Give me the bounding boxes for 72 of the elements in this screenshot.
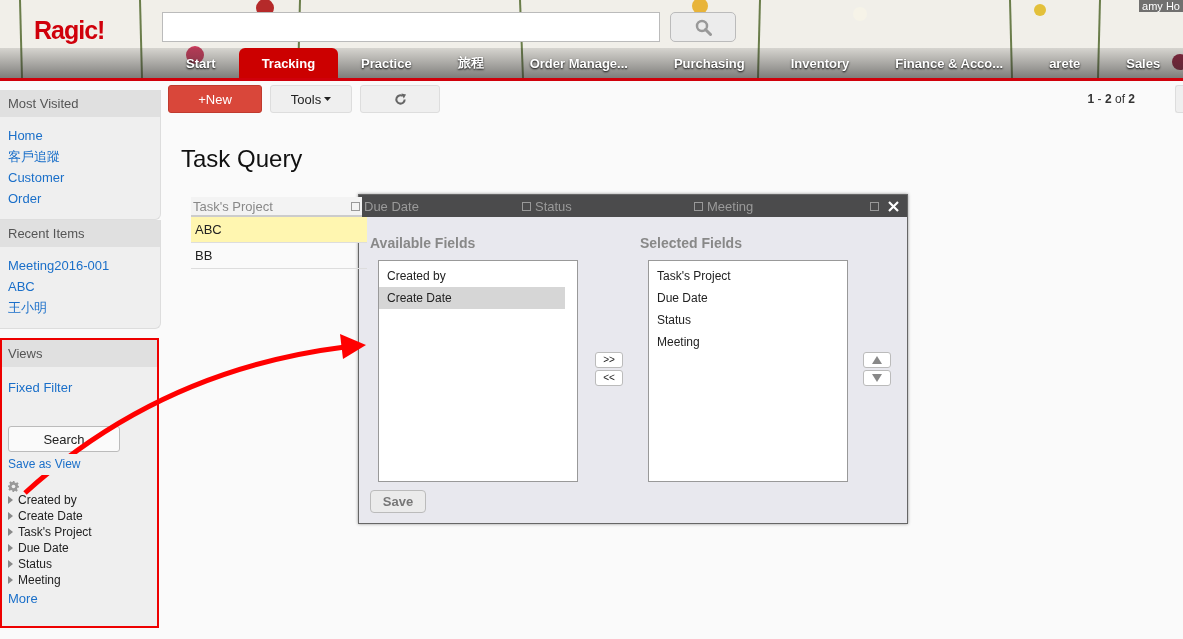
nav-tab[interactable]: Practice (338, 48, 435, 78)
collapsed-triangle-icon[interactable] (8, 576, 14, 584)
remove-button[interactable]: << (595, 369, 623, 386)
up-triangle-icon (872, 355, 882, 364)
list-item[interactable]: Due Date (649, 287, 835, 309)
search-button[interactable] (670, 12, 736, 42)
search-icon (694, 18, 712, 36)
collapsed-triangle-icon[interactable] (8, 512, 14, 520)
nav-tab[interactable]: Sales (1103, 48, 1183, 78)
nav-tab[interactable]: Order Manage... (506, 48, 651, 78)
sidebar-link[interactable]: Order (8, 188, 152, 209)
available-list[interactable]: Created by Create Date (378, 260, 578, 482)
panel-header: Most Visited (0, 90, 160, 117)
collapsed-triangle-icon[interactable] (8, 544, 14, 552)
page-title: Task Query (181, 145, 304, 173)
column-header[interactable]: Status (535, 198, 572, 214)
filter-label[interactable]: Meeting (18, 572, 61, 588)
close-button[interactable] (888, 200, 899, 212)
nav-tab[interactable]: Purchasing (650, 48, 768, 78)
new-button[interactable]: +New (168, 85, 262, 113)
sidebar-link[interactable]: Customer (8, 167, 152, 188)
dropdown-icon[interactable] (351, 201, 360, 211)
sidebar-link[interactable]: 王小明 (8, 297, 152, 318)
caret-icon (324, 97, 332, 101)
filter-label[interactable]: Created by (18, 492, 77, 508)
sidebar-link[interactable]: Home (8, 125, 152, 146)
list-heading: Available Fields (370, 235, 477, 251)
pagination-text: 1 - 2 of 2 (1087, 92, 1135, 106)
sidebar-link[interactable]: Meeting2016-001 (8, 255, 152, 276)
column-header[interactable]: Due Date (364, 198, 419, 214)
sidebar-link[interactable]: ABC (8, 276, 152, 297)
add-button[interactable]: >> (595, 351, 623, 368)
nav-tab[interactable]: Finance & Acco... (872, 48, 1027, 78)
view-link[interactable]: Fixed Filter (8, 377, 151, 398)
list-item[interactable]: Status (649, 309, 835, 331)
logo[interactable]: Ragic! (0, 12, 162, 45)
nav-tab[interactable]: Tracking (238, 48, 339, 78)
list-heading: Selected Fields (640, 235, 743, 251)
save-button[interactable]: Save (370, 490, 426, 513)
nav-tab[interactable]: Inventory (767, 48, 873, 78)
list-item[interactable]: Meeting (649, 331, 835, 353)
down-triangle-icon (872, 373, 882, 382)
filter-label[interactable]: Due Date (18, 540, 69, 556)
more-link[interactable]: More (8, 588, 151, 609)
settings-icon[interactable] (8, 481, 19, 492)
collapsed-triangle-icon[interactable] (8, 496, 14, 504)
panel-header: Views (2, 340, 157, 367)
save-view-link[interactable]: Save as View (8, 454, 81, 475)
filter-label[interactable]: Create Date (18, 508, 83, 524)
list-item[interactable]: Created by (379, 265, 565, 287)
collapsed-triangle-icon[interactable] (8, 560, 14, 568)
refresh-icon (393, 92, 407, 106)
search-field[interactable] (162, 12, 660, 42)
panel-header: Recent Items (0, 220, 160, 247)
tools-button[interactable]: Tools (270, 85, 352, 113)
close-icon (888, 200, 899, 212)
list-item[interactable]: Create Date (379, 287, 565, 309)
collapsed-triangle-icon[interactable] (8, 528, 14, 536)
sidebar-link[interactable]: 客戶追蹤 (8, 146, 152, 167)
selected-list[interactable]: Task's Project Due Date Status Meeting (648, 260, 848, 482)
filter-label[interactable]: Task's Project (18, 524, 92, 540)
list-item[interactable]: Task's Project (649, 265, 835, 287)
refresh-button[interactable] (360, 85, 440, 113)
search-button[interactable]: Search (8, 426, 120, 452)
user-name[interactable]: amy Ho (1139, 0, 1183, 12)
column-header[interactable]: Meeting (707, 198, 754, 214)
filter-label[interactable]: Status (18, 556, 53, 572)
move-down-button[interactable] (863, 369, 891, 386)
move-up-button[interactable] (863, 351, 891, 368)
nav-tab[interactable]: arete (1026, 48, 1104, 78)
nav-tab[interactable]: Start (163, 48, 239, 78)
table-cell[interactable]: ABC (191, 217, 367, 243)
